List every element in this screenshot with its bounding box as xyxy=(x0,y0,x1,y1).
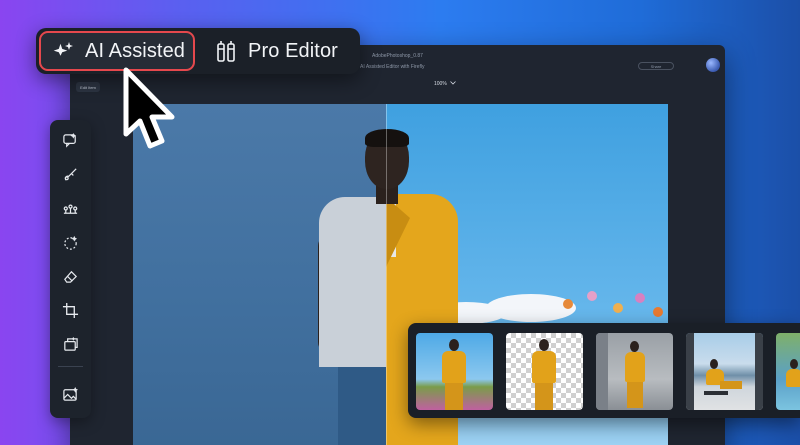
eraser-icon[interactable] xyxy=(58,264,83,289)
brush-edit-icon[interactable] xyxy=(58,162,83,187)
tool-divider xyxy=(58,366,83,367)
jeans xyxy=(338,354,386,445)
zoom-select[interactable]: 100% xyxy=(434,81,456,87)
mouse-cursor-icon xyxy=(122,66,180,156)
variation-thumbnail[interactable] xyxy=(686,333,763,410)
tools-icon xyxy=(214,39,238,63)
zoom-level: 100% xyxy=(434,81,447,87)
hair xyxy=(365,129,409,147)
magic-select-icon[interactable] xyxy=(58,230,83,255)
generate-image-icon[interactable] xyxy=(58,382,83,407)
sparkles-icon xyxy=(53,40,75,62)
adjustments-sliders-icon[interactable] xyxy=(58,196,83,221)
pro-editor-toggle[interactable]: Pro Editor xyxy=(208,31,356,71)
generative-chat-icon[interactable] xyxy=(58,128,83,153)
variations-strip xyxy=(408,323,800,418)
crop-icon[interactable] xyxy=(58,298,83,323)
firefly-note: AI Assisted Editor with Firefly xyxy=(360,64,425,70)
variation-thumbnail[interactable] xyxy=(416,333,493,410)
variation-thumbnail[interactable] xyxy=(596,333,673,410)
tshirt-before xyxy=(319,197,386,367)
mode-switcher: AI Assisted Pro Editor xyxy=(36,28,360,74)
before-after-divider[interactable] xyxy=(386,104,387,445)
expand-image-icon[interactable] xyxy=(58,332,83,357)
tool-rail xyxy=(50,120,91,418)
ai-assisted-label: AI Assisted xyxy=(85,39,186,62)
chevron-down-icon xyxy=(450,81,456,87)
avatar[interactable] xyxy=(706,58,720,72)
edit-item-tab[interactable]: Edit Item xyxy=(76,82,100,92)
ai-assisted-toggle[interactable]: AI Assisted xyxy=(39,31,195,71)
variation-thumbnail[interactable] xyxy=(776,333,800,410)
variation-thumbnail[interactable] xyxy=(506,333,583,410)
share-button[interactable]: Share xyxy=(638,62,674,70)
pro-editor-label: Pro Editor xyxy=(248,39,338,62)
